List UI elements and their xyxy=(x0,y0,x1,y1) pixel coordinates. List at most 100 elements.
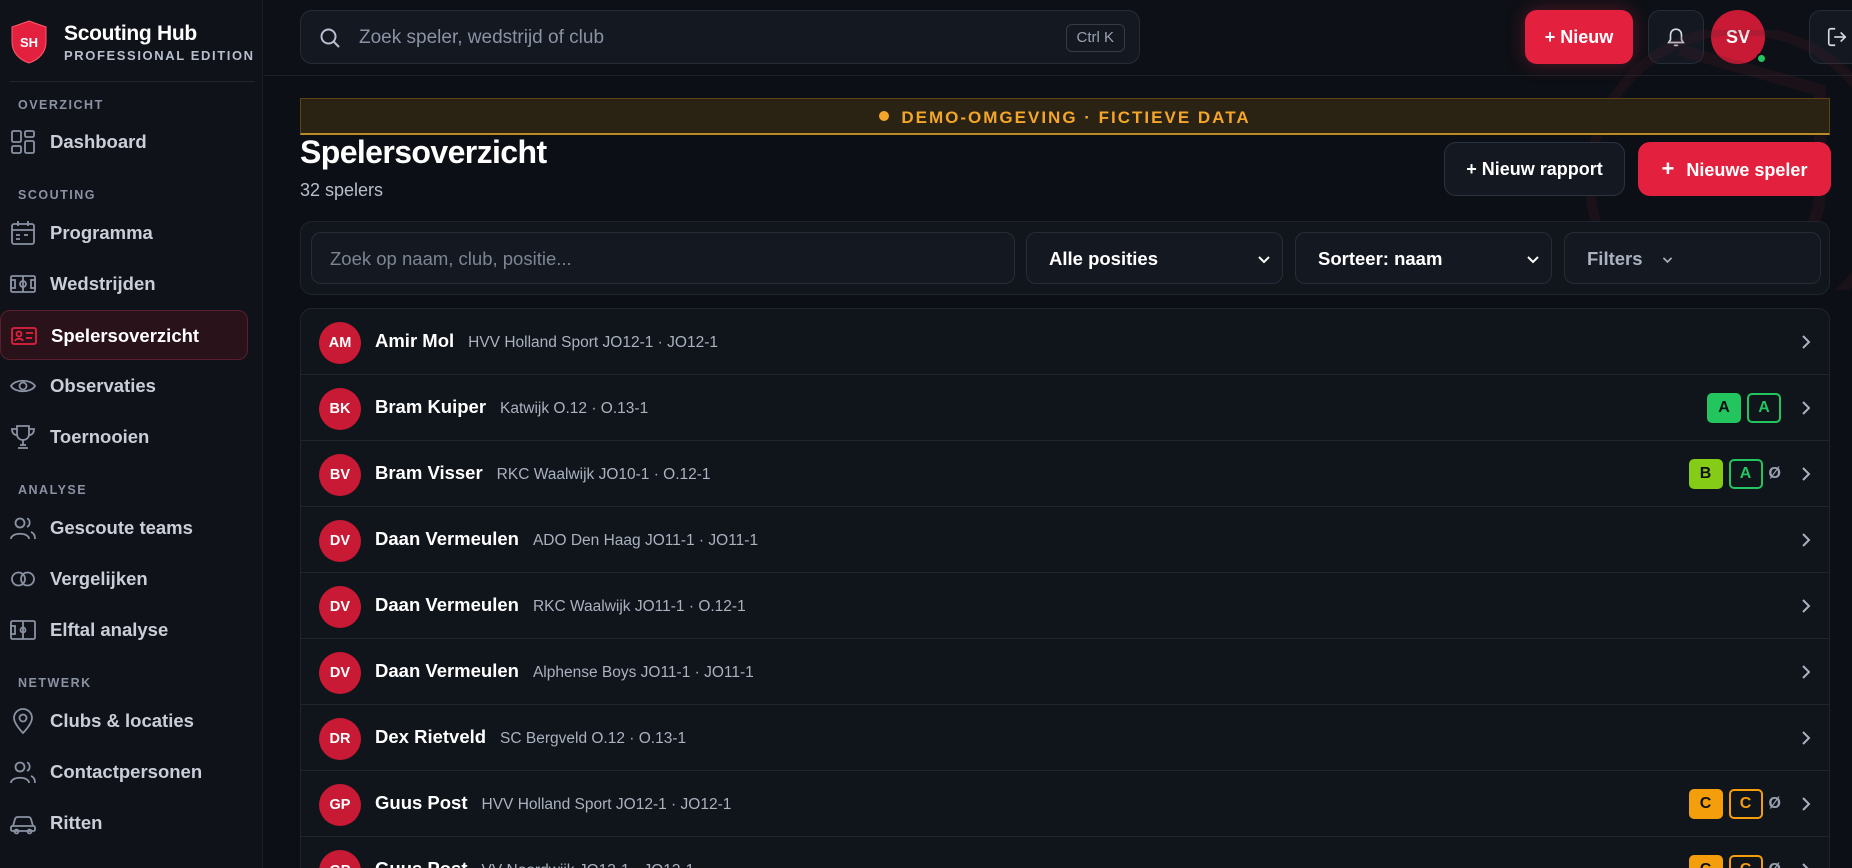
sidebar-item-label: Clubs & locaties xyxy=(50,710,194,731)
player-row[interactable]: GP Guus Post HVV Holland Sport JO12-1 · JO… xyxy=(301,771,1829,837)
brand-edition: PROFESSIONAL EDITION xyxy=(64,48,255,63)
chevron-right-icon xyxy=(1802,665,1811,679)
sidebar-item-spelersoverzicht[interactable]: Spelersoverzicht xyxy=(0,310,248,360)
sidebar-item-gescoute-teams[interactable]: Gescoute teams xyxy=(0,503,248,553)
player-row[interactable]: BK Bram Kuiper Katwijk O.12 · O.13-1 A A xyxy=(301,375,1829,441)
player-avatar: DV xyxy=(319,520,361,562)
trophy-icon xyxy=(11,425,35,449)
demo-banner-text: DEMO-OMGEVING · FICTIEVE DATA xyxy=(301,108,1829,128)
player-club: Alphense Boys JO11-1 · JO11-1 xyxy=(532,664,754,681)
rating-badges: CCØ xyxy=(1688,789,1781,819)
player-row[interactable]: BV Bram Visser RKC Waalwijk JO10-1 · O.12-… xyxy=(301,441,1829,507)
section-label-analyse: ANALYSE xyxy=(18,483,88,497)
position-select-value: Alle posities xyxy=(1049,248,1158,269)
filters-label: Filters xyxy=(1587,248,1643,269)
player-avatar: GP xyxy=(319,784,361,826)
no-rating-mark: Ø xyxy=(1768,795,1781,812)
new-player-label: Nieuwe speler xyxy=(1686,160,1808,180)
rating-badge-outline: A xyxy=(1728,459,1763,489)
player-row[interactable]: DV Daan Vermeulen Alphense Boys JO11-1 · J… xyxy=(301,639,1829,705)
chevron-right-icon xyxy=(1802,863,1809,868)
dashboard-icon xyxy=(11,130,35,154)
player-name: Bram Kuiper xyxy=(375,396,487,417)
sort-select[interactable]: Sorteer: naam xyxy=(1295,232,1552,284)
chevron-right-icon xyxy=(1802,797,1811,811)
map-pin-icon xyxy=(13,708,33,734)
sidebar-item-contactpersonen[interactable]: Contactpersonen xyxy=(0,747,248,797)
player-avatar: GP xyxy=(319,850,361,868)
sidebar-item-label: Gescoute teams xyxy=(50,517,193,538)
sidebar-item-label: Dashboard xyxy=(50,131,147,152)
player-search-placeholder: Zoek op naam, club, positie... xyxy=(330,248,572,269)
player-name-line: Daan Vermeulen RKC Waalwijk JO11-1 · O.12… xyxy=(375,594,746,616)
contacts-icon xyxy=(10,761,36,784)
pitch-icon xyxy=(10,275,36,293)
sidebar-item-label: Vergelijken xyxy=(50,568,148,589)
new-player-button[interactable]: + Nieuwe speler xyxy=(1638,142,1831,196)
sidebar-item-dashboard[interactable]: Dashboard xyxy=(0,117,248,167)
chevron-right-icon xyxy=(1802,401,1811,415)
player-name: Daan Vermeulen xyxy=(375,594,519,615)
rating-badge-filled: A xyxy=(1707,393,1741,423)
chevron-right-icon xyxy=(1802,731,1811,745)
player-name-line: Amir Mol HVV Holland Sport JO12-1 · JO12-… xyxy=(375,330,718,352)
player-avatar: DR xyxy=(319,718,361,760)
player-name: Dex Rietveld xyxy=(375,726,487,747)
sidebar-item-label: Ritten xyxy=(50,812,103,833)
player-row[interactable]: DV Daan Vermeulen RKC Waalwijk JO11-1 · O.… xyxy=(301,573,1829,639)
player-avatar: AM xyxy=(319,322,361,364)
player-row[interactable]: DR Dex Rietveld SC Bergveld O.12 · O.13-1 xyxy=(301,705,1829,771)
filters-button[interactable]: Filters xyxy=(1564,232,1821,284)
player-name: Amir Mol xyxy=(375,330,455,351)
rating-badge-outline: C xyxy=(1728,855,1763,868)
sidebar-item-label: Observaties xyxy=(50,375,156,396)
player-club: SC Bergveld O.12 · O.13-1 xyxy=(500,730,687,747)
player-list: AM Amir Mol HVV Holland Sport JO12-1 · JO1… xyxy=(300,308,1830,868)
rating-badges: BAØ xyxy=(1688,459,1781,489)
sidebar-item-clubs-locaties[interactable]: Clubs & locaties xyxy=(0,696,248,746)
global-search-input[interactable]: Zoek speler, wedstrijd of club Ctrl K xyxy=(300,10,1140,64)
search-icon xyxy=(320,28,340,48)
player-club: HVV Holland Sport JO12-1 · JO12-1 xyxy=(468,334,718,351)
position-select[interactable]: Alle posities xyxy=(1026,232,1283,284)
sidebar-item-vergelijken[interactable]: Vergelijken xyxy=(0,554,248,604)
new-report-button[interactable]: + Nieuw rapport xyxy=(1444,142,1625,196)
no-rating-mark: Ø xyxy=(1769,861,1781,868)
brand[interactable]: SH Scouting Hub PROFESSIONAL EDITION xyxy=(10,18,255,82)
rating-badges: CCØ xyxy=(1688,855,1781,868)
player-name-line: Guus Post VV Noordwijk JO13-1 · JO13-1 xyxy=(375,858,694,868)
sidebar-item-label: Toernooien xyxy=(50,426,150,447)
sidebar-item-elftal-analyse[interactable]: Elftal analyse xyxy=(0,605,248,655)
shield-logo-icon: SH xyxy=(11,20,47,64)
player-club: RKC Waalwijk JO10-1 · O.12-1 xyxy=(496,466,711,483)
warning-dot-icon xyxy=(879,111,890,121)
sidebar-item-observaties[interactable]: Observaties xyxy=(0,361,248,411)
demo-banner: DEMO-OMGEVING · FICTIEVE DATA xyxy=(300,98,1830,135)
sidebar-item-ritten[interactable]: Ritten xyxy=(0,798,248,848)
compare-icon xyxy=(11,571,35,587)
brand-name: Scouting Hub xyxy=(64,22,197,45)
global-search-placeholder: Zoek speler, wedstrijd of club xyxy=(359,27,605,48)
player-row[interactable]: DV Daan Vermeulen ADO Den Haag JO11-1 · JO… xyxy=(301,507,1829,573)
player-name-line: Daan Vermeulen Alphense Boys JO11-1 · JO1… xyxy=(375,660,754,682)
sidebar-item-toernooien[interactable]: Toernooien xyxy=(0,412,248,462)
section-label-netwerk: NETWERK xyxy=(18,676,92,690)
player-row[interactable]: AM Amir Mol HVV Holland Sport JO12-1 · JO1… xyxy=(301,309,1829,375)
car-icon xyxy=(10,816,36,835)
player-name-line: Dex Rietveld SC Bergveld O.12 · O.13-1 xyxy=(375,726,686,748)
section-label-overzicht: OVERZICHT xyxy=(18,98,104,112)
rating-badges: AA xyxy=(1707,393,1781,423)
plus-icon: + xyxy=(1661,156,1675,181)
player-search-input[interactable]: Zoek op naam, club, positie... xyxy=(311,232,1015,284)
filter-bar: Zoek op naam, club, positie... Alle posi… xyxy=(300,221,1830,295)
calendar-icon xyxy=(11,221,35,245)
player-name: Daan Vermeulen xyxy=(375,660,519,681)
player-row[interactable]: GP Guus Post VV Noordwijk JO13-1 · JO13-1 C… xyxy=(301,837,1829,868)
rating-badge-filled: C xyxy=(1688,855,1723,868)
player-avatar: BV xyxy=(319,454,361,496)
chevron-right-icon xyxy=(1802,335,1811,349)
sidebar-item-programma[interactable]: Programma xyxy=(0,208,248,258)
sidebar-item-label: Elftal analyse xyxy=(50,619,169,640)
sidebar-item-label: Spelersoverzicht xyxy=(51,325,200,346)
sidebar-item-wedstrijden[interactable]: Wedstrijden xyxy=(0,259,248,309)
